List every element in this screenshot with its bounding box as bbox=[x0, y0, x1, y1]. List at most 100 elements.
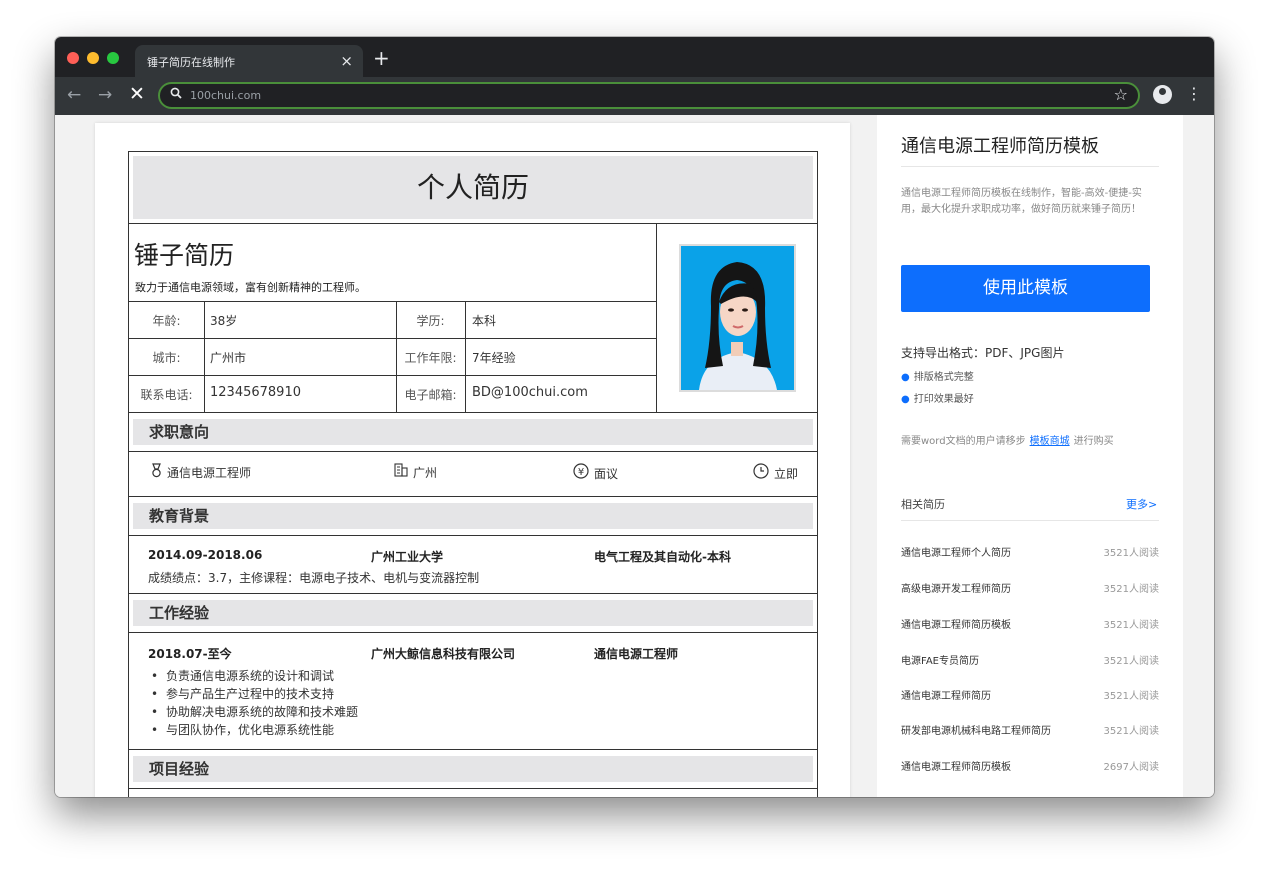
browser-toolbar: ← → ✕ 100chui.com ☆ ⋮ bbox=[55, 77, 1214, 115]
list-item: 参与产品生产过程中的技术支持 bbox=[151, 685, 358, 703]
url-text[interactable]: 100chui.com bbox=[190, 89, 261, 102]
template-sidebar: 通信电源工程师简历模板 通信电源工程师简历模板在线制作，智能-高效-便捷-实用，… bbox=[877, 115, 1183, 797]
feature-item: ● 打印效果最好 bbox=[901, 390, 974, 405]
back-arrow-icon[interactable]: ← bbox=[67, 85, 81, 105]
template-store-link[interactable]: 模板商城 bbox=[1030, 436, 1070, 447]
related-item-count: 3521人阅读 bbox=[1103, 656, 1159, 667]
tab-bar: 锤子简历在线制作 × + bbox=[55, 37, 1214, 77]
divider bbox=[129, 223, 817, 224]
bookmark-star-icon[interactable]: ☆ bbox=[1114, 85, 1128, 104]
feature-text: 排版格式完整 bbox=[913, 372, 974, 383]
intent-location: 广州 bbox=[394, 463, 437, 481]
divider bbox=[129, 301, 657, 302]
age-label: 年龄: bbox=[152, 314, 181, 328]
related-item[interactable]: 通信电源工程师简历模板 3521人阅读 bbox=[901, 616, 1159, 636]
resume-paper: 个人简历 锤子简历 致力于通信电源领域，富有创新精神的工程师。 年龄: 38岁 … bbox=[95, 123, 850, 797]
education-detail: 成绩绩点：3.7，主修课程：电源电子技术、电机与变流器控制 bbox=[148, 571, 480, 585]
resume-document: 个人简历 锤子简历 致力于通信电源领域，富有创新精神的工程师。 年龄: 38岁 … bbox=[128, 151, 818, 797]
intent-position: 通信电源工程师 bbox=[151, 463, 251, 482]
minimize-window-button[interactable] bbox=[87, 52, 99, 64]
related-item-name[interactable]: 通信电源工程师个人简历 bbox=[901, 544, 1011, 559]
related-item-count: 3521人阅读 bbox=[1103, 620, 1159, 631]
related-item-name[interactable]: 通信电源工程师简历模板 bbox=[901, 758, 1011, 773]
list-item: 协助解决电源系统的故障和技术难题 bbox=[151, 703, 358, 721]
divider bbox=[901, 520, 1159, 521]
use-template-button[interactable]: 使用此模板 bbox=[901, 265, 1150, 312]
close-window-button[interactable] bbox=[67, 52, 79, 64]
work-period: 2018.07-至今 bbox=[148, 647, 232, 661]
divider bbox=[129, 375, 657, 376]
intent-heading: 求职意向 bbox=[133, 419, 813, 445]
list-item: 与团队协作，优化电源系统性能 bbox=[151, 721, 358, 739]
related-item[interactable]: 高级电源开发工程师简历 3521人阅读 bbox=[901, 580, 1159, 600]
medal-icon bbox=[151, 463, 162, 482]
export-formats: 支持导出格式：PDF、JPG图片 bbox=[901, 346, 1065, 360]
related-item-name[interactable]: 研发部电源机械科电路工程师简历 bbox=[901, 722, 1051, 737]
bullet-dot-icon: ● bbox=[901, 394, 910, 405]
more-link[interactable]: 更多> bbox=[1126, 496, 1157, 512]
feature-item: ● 排版格式完整 bbox=[901, 368, 974, 383]
word-note: 需要word文档的用户请移步 模板商城 进行购买 bbox=[901, 432, 1114, 447]
city-label: 城市: bbox=[152, 351, 181, 365]
svg-text:¥: ¥ bbox=[578, 467, 584, 478]
building-icon bbox=[394, 463, 408, 481]
phone-label: 联系电话: bbox=[140, 388, 193, 402]
related-item-name[interactable]: 通信电源工程师简历模板 bbox=[901, 616, 1011, 631]
new-tab-button[interactable]: + bbox=[373, 46, 390, 70]
template-title: 通信电源工程师简历模板 bbox=[901, 136, 1099, 157]
divider bbox=[901, 166, 1159, 167]
related-heading: 相关简历 bbox=[901, 498, 945, 511]
clock-icon bbox=[753, 463, 769, 483]
word-note-prefix: 需要word文档的用户请移步 bbox=[901, 436, 1026, 447]
related-item[interactable]: 电源FAE专员简历 3521人阅读 bbox=[901, 652, 1159, 672]
tab-close-icon[interactable]: × bbox=[340, 52, 353, 70]
maximize-window-button[interactable] bbox=[107, 52, 119, 64]
education-heading: 教育背景 bbox=[133, 503, 813, 529]
related-item[interactable]: 通信电源工程师简历 3521人阅读 bbox=[901, 687, 1159, 707]
list-item: 负责通信电源系统的设计和调试 bbox=[151, 667, 358, 685]
education-label: 学历: bbox=[416, 314, 445, 328]
resume-motto: 致力于通信电源领域，富有创新精神的工程师。 bbox=[135, 281, 366, 294]
profile-avatar-icon[interactable] bbox=[1153, 85, 1172, 104]
city-value: 广州市 bbox=[210, 351, 247, 365]
browser-window: 锤子简历在线制作 × + ← → ✕ 100chui.com ☆ ⋮ 个人简历 … bbox=[55, 37, 1214, 797]
related-item-name[interactable]: 电源FAE专员简历 bbox=[901, 652, 979, 667]
address-bar[interactable]: 100chui.com ☆ bbox=[158, 82, 1140, 109]
related-item-name[interactable]: 通信电源工程师简历 bbox=[901, 687, 991, 702]
related-item-count: 3521人阅读 bbox=[1103, 726, 1159, 737]
browser-tab[interactable]: 锤子简历在线制作 × bbox=[135, 45, 363, 77]
related-item-name[interactable]: 高级电源开发工程师简历 bbox=[901, 580, 1011, 595]
intent-salary-text: 面议 bbox=[594, 466, 619, 481]
intent-position-text: 通信电源工程师 bbox=[167, 466, 252, 480]
related-item[interactable]: 通信电源工程师简历模板 2697人阅读 bbox=[901, 758, 1159, 778]
tab-title: 锤子简历在线制作 bbox=[147, 56, 235, 69]
template-description: 通信电源工程师简历模板在线制作，智能-高效-便捷-实用，最大化提升求职成功率，做… bbox=[901, 188, 1142, 215]
divider bbox=[129, 593, 817, 594]
resume-name: 锤子简历 bbox=[134, 241, 235, 270]
project-heading: 项目经验 bbox=[133, 756, 813, 782]
intent-salary: ¥ 面议 bbox=[573, 463, 618, 483]
forward-arrow-icon[interactable]: → bbox=[98, 85, 112, 105]
education-value: 本科 bbox=[472, 314, 497, 328]
related-item-count: 3521人阅读 bbox=[1103, 584, 1159, 595]
education-major: 电气工程及其自动化-本科 bbox=[594, 550, 731, 564]
browser-menu-icon[interactable]: ⋮ bbox=[1186, 84, 1202, 103]
word-note-suffix: 进行购买 bbox=[1073, 436, 1114, 447]
divider bbox=[129, 338, 657, 339]
divider bbox=[129, 632, 817, 633]
work-company: 广州大鲸信息科技有限公司 bbox=[371, 647, 516, 661]
related-item[interactable]: 通信电源工程师个人简历 3521人阅读 bbox=[901, 544, 1159, 564]
feature-text: 打印效果最好 bbox=[913, 394, 974, 405]
email-label: 电子邮箱: bbox=[404, 388, 457, 402]
divider bbox=[129, 535, 817, 536]
divider bbox=[129, 412, 817, 413]
stop-loading-icon[interactable]: ✕ bbox=[129, 83, 145, 105]
divider bbox=[465, 301, 466, 412]
intent-availability: 立即 bbox=[753, 463, 798, 483]
related-item[interactable]: 研发部电源机械科电路工程师简历 3521人阅读 bbox=[901, 722, 1159, 742]
age-value: 38岁 bbox=[210, 314, 238, 328]
yen-icon: ¥ bbox=[573, 463, 589, 483]
experience-label: 工作年限: bbox=[404, 351, 457, 365]
resume-title: 个人简历 bbox=[133, 156, 813, 219]
bullet-dot-icon: ● bbox=[901, 372, 910, 383]
